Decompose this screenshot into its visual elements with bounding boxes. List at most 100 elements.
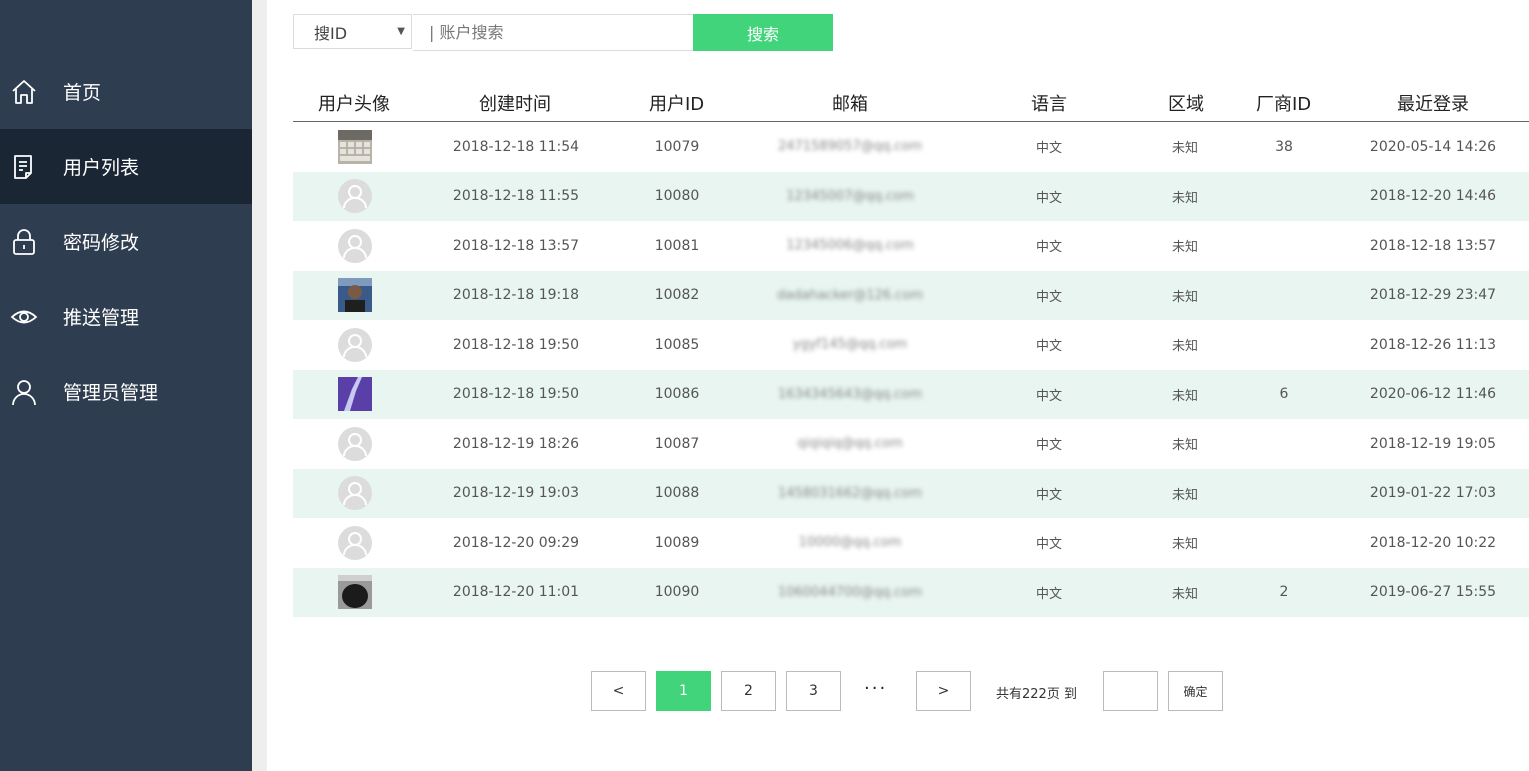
header-region: 区域: [1168, 94, 1204, 115]
cell-last-login: 2018-12-19 19:05: [1369, 435, 1497, 452]
avatar: [275, 122, 435, 172]
cell-email: 10000@qq.com: [798, 535, 902, 551]
sidebar-item-admin[interactable]: 管理员管理: [0, 354, 252, 429]
avatar-image: [338, 377, 372, 412]
cell-uid: 10081: [654, 237, 700, 254]
user-icon: [10, 378, 38, 406]
default-avatar-icon: [338, 228, 372, 263]
cell-vendor: 2: [1279, 584, 1289, 601]
cell-uid: 10085: [654, 336, 700, 353]
table-row: 2018-12-18 11:55 10080 12345007@qq.com 中文 未知…: [293, 171, 1529, 222]
page-button-2[interactable]: 2: [721, 671, 776, 711]
cell-vendor: [1204, 172, 1364, 222]
cell-last-login: 2019-06-27 15:55: [1369, 584, 1497, 601]
cell-created: 2018-12-18 19:18: [452, 287, 580, 304]
cell-uid: 10079: [654, 138, 700, 155]
table-row: 2018-12-18 19:50 10085 ygyf145@qq.com 中文 未知 2…: [293, 320, 1529, 370]
sidebar-item-label: 推送管理: [63, 307, 140, 329]
cell-vendor: [1204, 419, 1364, 469]
cell-email: 1458031662@qq.com: [777, 485, 923, 501]
cell-email: 1060044700@qq.com: [777, 584, 923, 600]
cell-last-login: 2018-12-26 11:13: [1369, 336, 1497, 353]
table-row: 2018-12-18 11:54 10079 2471589057@qq.com 中文…: [293, 122, 1529, 172]
cell-vendor: [1204, 518, 1364, 568]
cell-email: 12345006@qq.com: [786, 238, 914, 254]
sidebar-item-label: 管理员管理: [63, 382, 159, 404]
cell-email: dadahacker@126.com: [777, 287, 923, 303]
next-page-button[interactable]: >: [916, 671, 971, 711]
table-row: 2018-12-18 13:57 10081 12345006@qq.com 中文 未知…: [293, 221, 1529, 271]
header-uid: 用户ID: [649, 94, 705, 115]
cell-last-login: 2019-01-22 17:03: [1369, 485, 1497, 502]
cell-last-login: 2018-12-20 14:46: [1369, 188, 1497, 205]
default-avatar-icon: [338, 525, 372, 560]
sidebar-item-user-list[interactable]: 用户列表: [0, 129, 252, 204]
sidebar-item-label: 首页: [63, 82, 102, 104]
confirm-goto-button[interactable]: 确定: [1168, 671, 1223, 711]
cell-vendor: [1204, 221, 1364, 271]
default-avatar-icon: [338, 476, 372, 511]
cell-email: qiqiqiq@qq.com: [797, 436, 903, 452]
sidebar-item-home[interactable]: 首页: [0, 54, 252, 129]
prev-page-button[interactable]: <: [591, 671, 646, 711]
table-header: 用户头像 创建时间 用户ID 邮箱 语言 区域 厂商ID 最近登录: [293, 80, 1529, 122]
goto-page-input[interactable]: [1103, 671, 1158, 711]
cell-uid: 10082: [654, 287, 700, 304]
sidebar-item-password[interactable]: 密码修改: [0, 204, 252, 279]
header-avatar: 用户头像: [318, 94, 390, 115]
cell-vendor: [1204, 469, 1364, 519]
cell-email: 2471589057@qq.com: [777, 139, 923, 155]
header-email: 邮箱: [832, 94, 868, 115]
cell-last-login: 2020-05-14 14:26: [1369, 138, 1497, 155]
cell-last-login: 2018-12-29 23:47: [1369, 287, 1497, 304]
lock-icon: [10, 228, 38, 256]
sidebar-item-push[interactable]: 推送管理: [0, 279, 252, 354]
total-pages-text: 共有222页 到: [996, 687, 1077, 702]
cell-uid: 10088: [654, 485, 700, 502]
cell-vendor: [1204, 271, 1364, 321]
sidebar: 首页 用户列表 密码修改 推送管理 管理员管理: [0, 0, 252, 771]
cell-created: 2018-12-18 11:54: [452, 138, 580, 155]
header-last-login: 最近登录: [1397, 94, 1469, 115]
page-button-3[interactable]: 3: [786, 671, 841, 711]
search-button[interactable]: 搜索: [693, 14, 833, 51]
cell-last-login: 2018-12-20 10:22: [1369, 534, 1497, 551]
cell-created: 2018-12-20 11:01: [452, 584, 580, 601]
default-avatar-icon: [338, 327, 372, 362]
cell-vendor: 38: [1275, 138, 1293, 155]
cell-uid: 10089: [654, 534, 700, 551]
search-type-select[interactable]: 搜ID ▼: [293, 14, 412, 49]
cell-last-login: 2020-06-12 11:46: [1369, 386, 1497, 403]
avatar: [275, 518, 435, 568]
cell-uid: 10087: [654, 435, 700, 452]
cell-last-login: 2018-12-18 13:57: [1369, 237, 1497, 254]
header-language: 语言: [1031, 94, 1067, 115]
cell-uid: 10080: [654, 188, 700, 205]
app: 首页 用户列表 密码修改 推送管理 管理员管理 搜ID ▼ | 账户搜索 搜索 …: [0, 0, 1529, 771]
table-row: 2018-12-18 19:18 10082 dadahacker@126.com 中…: [293, 270, 1529, 321]
avatar: [275, 320, 435, 370]
eye-icon: [10, 303, 38, 331]
home-icon: [10, 78, 38, 106]
cell-email: ygyf145@qq.com: [792, 337, 908, 353]
avatar: [275, 469, 435, 519]
avatar-image: [338, 575, 372, 610]
cell-vendor: [1204, 320, 1364, 370]
sidebar-item-label: 用户列表: [63, 157, 140, 179]
account-search-input[interactable]: [413, 14, 694, 51]
page-button-1[interactable]: 1: [656, 671, 711, 711]
avatar: [275, 172, 435, 222]
cell-email: 1634345643@qq.com: [777, 386, 923, 402]
cell-uid: 10086: [654, 386, 700, 403]
table-row: 2018-12-20 11:01 10090 1060044700@qq.com 中文…: [293, 567, 1529, 617]
avatar-image: [338, 278, 372, 313]
avatar: [275, 221, 435, 271]
default-avatar-icon: [338, 179, 372, 214]
avatar: [275, 271, 435, 321]
table-row: 2018-12-19 18:26 10087 qiqiqiq@qq.com 中文 未知 2…: [293, 419, 1529, 469]
cell-created: 2018-12-19 18:26: [452, 435, 580, 452]
caret-down-icon: ▼: [397, 26, 405, 37]
avatar: [275, 568, 435, 618]
user-table: 用户头像 创建时间 用户ID 邮箱 语言 区域 厂商ID 最近登录 2018-1…: [293, 80, 1529, 617]
cell-vendor: 6: [1279, 386, 1289, 403]
